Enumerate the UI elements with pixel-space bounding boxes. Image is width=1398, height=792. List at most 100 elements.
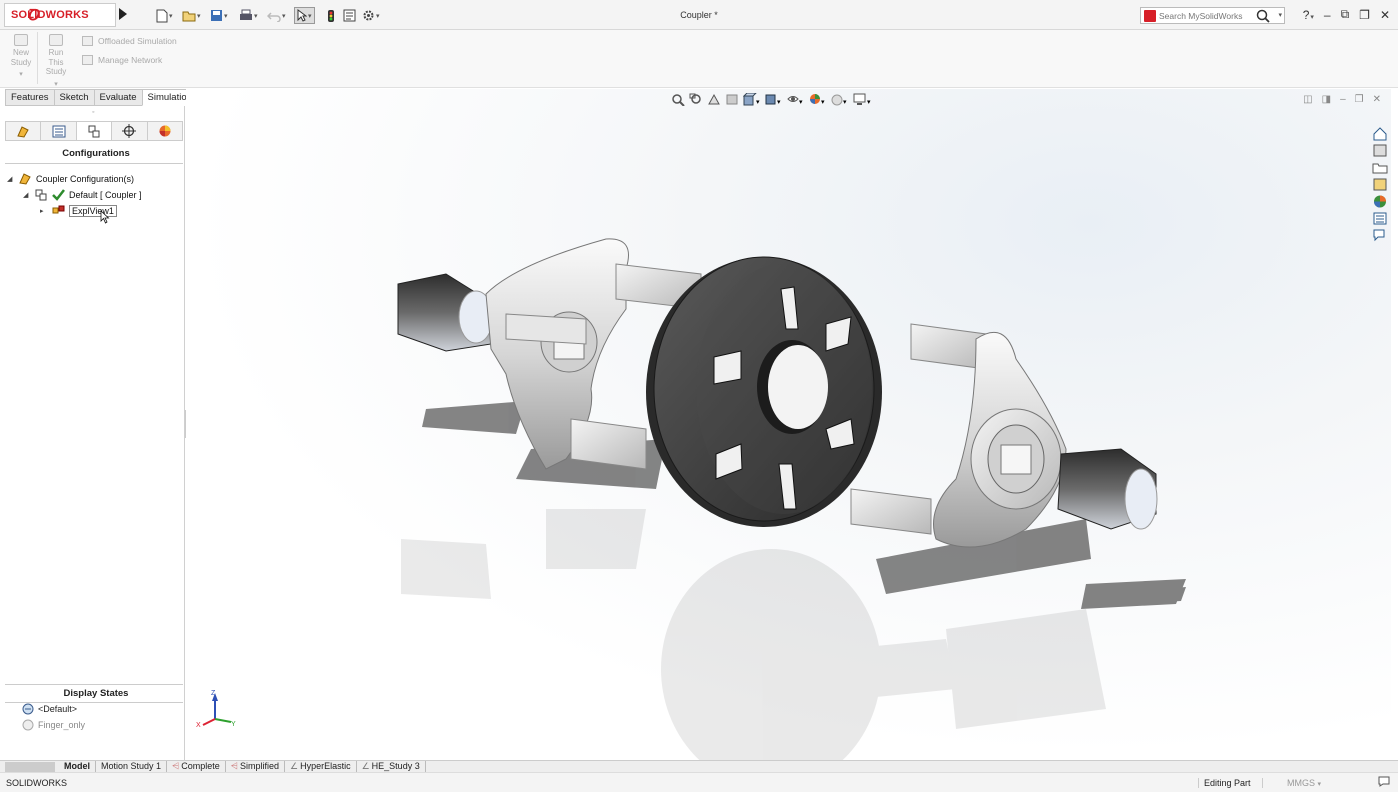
tree-item-root[interactable]: ◢ Coupler Configuration(s) [7,173,134,185]
manage-network-icon [82,55,93,65]
resources-icon[interactable] [1372,143,1388,158]
property-icon [52,125,66,137]
unit-system[interactable]: MMGS ▾ [1262,777,1321,788]
tab-model-label: Model [64,761,90,771]
tab-features[interactable]: Features [5,89,54,106]
ribbon-divider [37,32,38,84]
tab-model[interactable]: Model [59,761,96,772]
expand-arrow-icon[interactable]: ▸ [40,207,48,215]
new-study-icon [14,34,28,46]
command-manager: New Study ▾ Run This Study ▾ Offloaded S… [0,30,1398,88]
new-document-button[interactable]: ▾ [156,7,173,24]
tab-sketch[interactable]: Sketch [53,89,94,106]
save-button[interactable]: ▾ [210,7,228,24]
tab-he-study-3-label: HE_Study 3 [371,761,420,771]
rubber-spider[interactable] [646,256,882,527]
tab-evaluate[interactable]: Evaluate [93,89,142,106]
ds-logo-icon: Ꝺ [27,6,39,24]
study-icon: ∠ [361,761,370,771]
tab-he-study-3[interactable]: ∠ HE_Study 3 [357,761,426,772]
print-icon [240,9,252,20]
property-manager-tab[interactable] [41,122,77,140]
tree-item-default[interactable]: ◢ Default [ Coupler ] [23,189,142,201]
display-state-label: Finger_only [38,720,86,730]
panel-divider [5,163,183,164]
unit-system-label: MMGS [1287,777,1315,788]
feature-manager-tab[interactable] [6,122,42,140]
offloaded-simulation-button[interactable]: Offloaded Simulation [82,36,177,46]
close-icon[interactable]: ✕ [1380,8,1390,22]
study-icon: ∠ [290,761,299,771]
new-document-icon [156,9,168,22]
status-bar: SOLIDWORKS Editing Part MMGS ▾ [0,772,1398,792]
file-properties-button[interactable] [343,7,356,24]
tab-scroll-arrows[interactable] [5,761,55,772]
new-study-button[interactable]: New Study ▾ [6,34,36,80]
open-button[interactable]: ▾ [182,7,201,24]
mouse-cursor-icon [100,210,110,224]
right-hub[interactable] [850,323,1158,548]
triad-y-label: Y [231,721,236,728]
display-manager-tab[interactable] [148,122,182,140]
coordinate-triad: Z Y X [196,690,236,729]
display-state-finger-only[interactable]: Finger_only [22,719,85,731]
new-study-label: New Study [10,48,32,67]
options-button[interactable]: ▾ [362,7,380,24]
print-button[interactable]: ▾ [239,7,258,24]
select-button[interactable]: ▾ [294,7,315,24]
crosshair-icon [122,124,137,138]
collapse-arrow-icon[interactable]: ◢ [7,175,15,183]
home-icon[interactable] [1372,126,1388,141]
tab-hyperelastic[interactable]: ∠ HyperElastic [285,761,357,772]
feature-tree-icon [17,125,29,138]
forum-icon[interactable] [1372,228,1388,243]
file-explorer-icon[interactable] [1372,160,1388,175]
panel-grip-icon[interactable]: ◦ [92,109,94,116]
undo-icon [267,11,281,22]
collapse-arrow-icon[interactable]: ◢ [23,191,31,199]
status-app-name: SOLIDWORKS [6,777,68,788]
tab-complete[interactable]: ⩤ Complete [167,761,226,772]
tile-icon[interactable]: ⧉ [1341,7,1350,22]
restore-icon[interactable]: ❐ [1359,8,1370,22]
help-icon[interactable]: ?▾ [1303,8,1314,22]
solidworks-logo[interactable]: Ꝺ SOLIDWORKS [4,3,116,27]
coupler-model[interactable]: Z Y X [186,89,1391,760]
search-placeholder: Search MySolidWorks [1159,10,1243,21]
menu-expand-icon[interactable] [119,8,127,20]
search-icon[interactable] [1256,9,1270,23]
run-study-icon [49,34,63,46]
custom-properties-icon[interactable] [1372,211,1388,226]
exploded-view-icon [52,205,65,214]
display-state-icon [22,719,34,731]
tab-simplified[interactable]: ⩤ Simplified [226,761,285,772]
new-study-dropdown-icon[interactable]: ▾ [6,70,36,80]
manage-network-button[interactable]: Manage Network [82,55,162,65]
tab-simplified-label: Simplified [239,761,279,771]
panel-title: Configurations [62,148,130,159]
search-dropdown-icon[interactable]: ▾ [1278,11,1282,19]
configuration-manager-tab[interactable] [76,122,113,140]
minimize-icon[interactable]: – [1324,8,1331,22]
messages-icon[interactable] [1378,776,1390,789]
panel-divider [5,684,183,685]
tab-motion-study-1[interactable]: Motion Study 1 [96,761,168,772]
folder-icon [182,11,196,22]
undo-button[interactable]: ▾ [267,7,286,24]
dimxpert-tab[interactable] [112,122,148,140]
configuration-icon [88,125,100,137]
run-study-button[interactable]: Run This Study ▾ [41,34,71,89]
search-input[interactable]: Search MySolidWorks ▾ [1140,7,1285,24]
triad-x-label: X [196,722,201,729]
graphics-area[interactable]: ▾ ▾ ▾ ▾ ▾ ▾ ◫ ◨ – ❐ ✕ Z Y X [186,89,1391,760]
display-states-title: Display States [63,688,129,699]
display-state-default[interactable]: <Default> [22,703,77,715]
traffic-light-button[interactable] [327,7,335,24]
run-study-dropdown-icon[interactable]: ▾ [41,80,71,90]
run-study-label: Run This Study [45,48,67,76]
rebuild-icon [328,9,334,22]
study-icon: ⩤ [172,761,180,771]
manage-network-label: Manage Network [98,55,163,65]
appearances-icon[interactable] [1372,194,1388,209]
design-library-icon[interactable] [1372,177,1388,192]
